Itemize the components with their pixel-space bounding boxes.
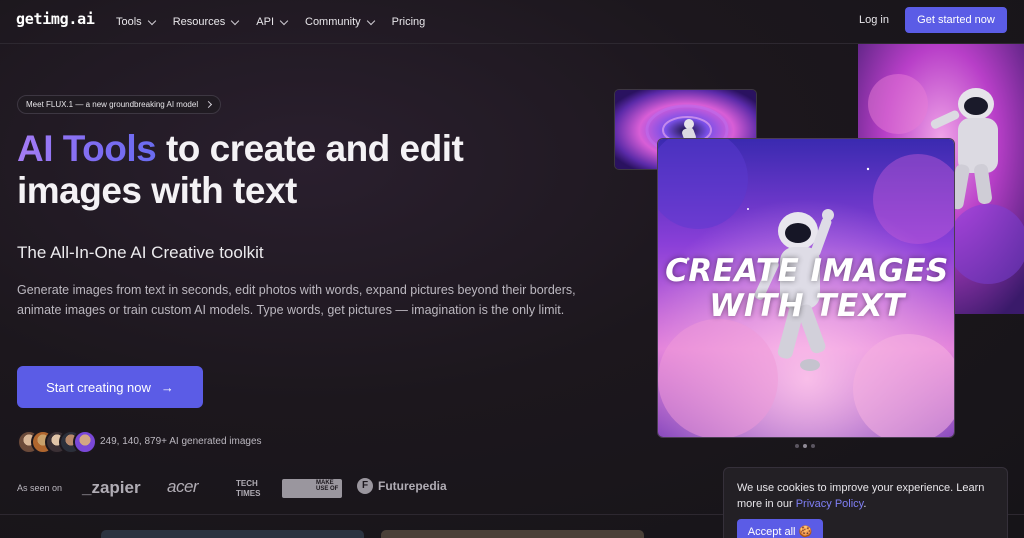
as-seen-on-label: As seen on [17, 483, 63, 493]
cookie-banner: We use cookies to improve your experienc… [723, 467, 1008, 538]
nav-item-community[interactable]: Community [305, 16, 375, 28]
press-logo-acer: acer [167, 477, 199, 496]
start-creating-button[interactable]: Start creating now → [17, 366, 203, 408]
cta-label: Start creating now [46, 379, 151, 395]
showcase-caption: CREATE IMAGES WITH TEXT [658, 253, 954, 324]
page-title: AI Tools to create and edit images with … [17, 128, 464, 212]
cookie-period: . [863, 497, 867, 510]
user-avatars [17, 430, 97, 454]
headline-part-2: images with text [17, 170, 297, 211]
nav-item-label: Pricing [391, 16, 426, 28]
futurepedia-label: Futurepedia [378, 479, 447, 493]
chevron-down-icon [231, 16, 240, 25]
carousel-dot[interactable] [811, 444, 815, 448]
headline-accent: AI Tools [17, 128, 157, 169]
carousel-dot[interactable] [795, 444, 799, 448]
press-logo-futurepedia: F Futurepedia [357, 478, 447, 494]
card-preview [381, 530, 644, 538]
caption-line-2: WITH TEXT [709, 288, 905, 324]
accept-all-button[interactable]: Accept all 🍪 [737, 519, 823, 538]
press-logo-makeuseof: MAKE USE OF [282, 479, 342, 498]
chevron-down-icon [279, 16, 289, 25]
badge-text: Meet FLUX.1 — a new groundbreaking AI mo… [26, 100, 199, 109]
cookie-text: We use cookies to improve your experienc… [737, 481, 997, 512]
nav-item-resources[interactable]: Resources [172, 16, 240, 28]
card-preview [101, 530, 364, 538]
logo[interactable]: getimg.ai [16, 10, 95, 28]
nav-item-pricing[interactable]: Pricing [392, 16, 426, 28]
avatar [73, 430, 97, 454]
get-started-button[interactable]: Get started now [905, 7, 1007, 33]
nav-item-label: Community [305, 16, 361, 28]
announcement-badge[interactable]: Meet FLUX.1 — a new groundbreaking AI mo… [17, 95, 222, 114]
chevron-right-icon [205, 100, 213, 109]
nav-item-api[interactable]: API [256, 16, 289, 28]
nav-item-label: API [256, 16, 274, 28]
makeuseof-text: MAKE USE OF [316, 480, 339, 492]
nav-item-label: Resources [172, 16, 226, 28]
arrow-right-icon: → [160, 379, 174, 395]
press-logo-techtimes: TECH TIMES [236, 479, 261, 498]
carousel-dots [795, 444, 815, 448]
top-nav: getimg.ai Tools Resources API Community … [0, 0, 1024, 44]
headline-part-1: to create and edit [156, 128, 464, 169]
nav-menu: Tools Resources API Community Pricing [116, 0, 443, 44]
generated-count: 249, 140, 879+ AI generated images [100, 436, 262, 447]
showcase-image-main: CREATE IMAGES WITH TEXT [657, 138, 955, 438]
subheading: The All-In-One AI Creative toolkit [17, 243, 264, 262]
hero-description: Generate images from text in seconds, ed… [17, 283, 576, 317]
caption-line-1: CREATE IMAGES [665, 253, 949, 289]
privacy-policy-link[interactable]: Privacy Policy [796, 498, 864, 510]
futurepedia-icon: F [357, 478, 373, 494]
carousel-dot-active[interactable] [803, 444, 807, 448]
login-link[interactable]: Log in [859, 14, 889, 26]
nav-item-tools[interactable]: Tools [116, 16, 156, 28]
press-logo-zapier: _zapier [82, 478, 141, 497]
chevron-down-icon [366, 16, 375, 25]
nav-item-label: Tools [116, 16, 142, 28]
chevron-down-icon [147, 16, 156, 25]
